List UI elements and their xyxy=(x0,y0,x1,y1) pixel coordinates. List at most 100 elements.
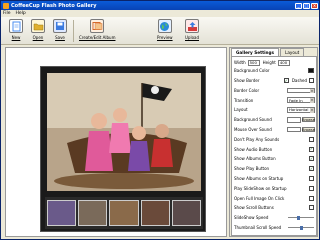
setting-label: Show Play Button xyxy=(234,166,270,172)
settings-panel: Gallery Settings Layout Width 500 Height… xyxy=(229,47,318,237)
sound-file-field[interactable] xyxy=(287,117,301,123)
size-row: Width 500 Height 400 xyxy=(232,59,317,67)
chevron-down-icon[interactable]: ▾ xyxy=(310,88,314,94)
color-swatch[interactable] xyxy=(308,68,314,74)
open-button[interactable]: Open xyxy=(31,19,45,40)
setting-label: Thumbnail Scroll Speed xyxy=(234,225,282,231)
setting-row: Show Albums Button ✓ xyxy=(232,155,317,163)
thumbnail[interactable] xyxy=(171,200,202,226)
upload-icon xyxy=(185,19,199,33)
setting-row: Thumbnail Scroll Speed xyxy=(232,224,317,232)
sound-file-field[interactable] xyxy=(287,126,301,133)
height-label: Height xyxy=(262,60,276,66)
setting-row: Show Audio Button ✓ xyxy=(232,145,317,153)
setting-label: Play SlideShow on Startup xyxy=(234,185,287,191)
setting-row: Show Play Button ✓ xyxy=(232,165,317,173)
setting-row: Mouse Over Sound Browse xyxy=(232,126,317,134)
chevron-down-icon[interactable]: ▾ xyxy=(310,98,314,103)
browse-button[interactable]: Browse xyxy=(302,127,315,133)
upload-label: Upload xyxy=(185,35,200,40)
setting-select[interactable]: ▾ xyxy=(287,87,315,94)
maximize-button[interactable]: □ xyxy=(303,2,310,9)
thumbnail-strip xyxy=(45,197,203,229)
slider-knob[interactable] xyxy=(297,215,301,220)
setting-row: Play SlideShow on Startup xyxy=(232,185,317,193)
upload-button[interactable]: Upload xyxy=(185,19,199,40)
setting-row: Show Scroll Buttons xyxy=(232,204,317,212)
setting-checkbox[interactable]: ✓ xyxy=(283,78,289,84)
setting-row: Show Border ✓ Dashed xyxy=(232,77,317,85)
width-field[interactable]: 500 xyxy=(247,60,260,66)
setting-row: Transition Fade In ▾ xyxy=(232,96,317,104)
setting-checkbox[interactable] xyxy=(309,195,314,201)
setting-label: Show Albums Button xyxy=(234,156,276,162)
speed-slider[interactable] xyxy=(288,215,314,220)
setting-row: Don't Play Any Sounds xyxy=(232,136,317,144)
setting-checkbox[interactable] xyxy=(309,185,314,191)
dashed-label: Dashed xyxy=(291,78,307,84)
window-title: CoffeeCup Flash Photo Gallery xyxy=(11,2,97,9)
setting-row: Open Full Image On Click xyxy=(232,194,317,202)
new-document-icon xyxy=(9,19,23,33)
slider-track xyxy=(288,217,314,219)
setting-label: Show Border xyxy=(234,78,260,84)
gallery-preview-area xyxy=(5,47,227,237)
settings-list: Width 500 Height 400 Background Color Sho… xyxy=(231,56,317,236)
setting-checkbox[interactable] xyxy=(309,176,314,182)
main-photo xyxy=(47,73,201,191)
toolbar: New Open Save Create/Edit Album Preview xyxy=(1,17,319,45)
menu-file[interactable]: File xyxy=(3,11,11,16)
close-button[interactable]: × xyxy=(311,2,318,9)
setting-select[interactable]: Fade In ▾ xyxy=(287,97,315,103)
globe-preview-icon xyxy=(157,19,172,33)
preview-label: Preview xyxy=(157,35,173,40)
height-field[interactable]: 400 xyxy=(277,60,290,66)
setting-row: SlideShow Speed xyxy=(232,214,317,222)
setting-label: Show Albums on Startup xyxy=(234,176,284,182)
dashed-checkbox[interactable] xyxy=(309,78,314,84)
setting-checkbox[interactable] xyxy=(309,136,314,142)
setting-label: Background Color xyxy=(234,68,270,74)
setting-select-value: Fade In xyxy=(289,97,303,103)
title-bar: CoffeeCup Flash Photo Gallery _ □ × xyxy=(1,1,319,10)
setting-checkbox[interactable] xyxy=(309,205,314,211)
settings-tabs: Gallery Settings Layout xyxy=(231,48,305,56)
minimize-button[interactable]: _ xyxy=(295,2,302,9)
browse-button[interactable]: Browse xyxy=(302,117,315,123)
setting-label: Border Color xyxy=(234,87,260,93)
thumbnail[interactable] xyxy=(109,200,139,226)
setting-row: Background Color xyxy=(232,67,317,75)
setting-label: Open Full Image On Click xyxy=(234,195,285,201)
setting-label: Layout xyxy=(234,107,248,113)
tab-gallery-settings[interactable]: Gallery Settings xyxy=(231,48,279,56)
setting-label: Transition xyxy=(234,97,254,103)
setting-label: Don't Play Any Sounds xyxy=(234,136,280,142)
setting-label: Background Sound xyxy=(234,117,272,123)
width-label: Width xyxy=(234,60,246,66)
new-button[interactable]: New xyxy=(9,19,23,40)
chevron-down-icon[interactable]: ▾ xyxy=(310,108,314,113)
menu-help[interactable]: Help xyxy=(16,11,26,16)
thumbnail[interactable] xyxy=(47,200,77,226)
save-button[interactable]: Save xyxy=(53,19,67,40)
setting-checkbox[interactable]: ✓ xyxy=(309,146,314,152)
app-icon xyxy=(3,2,9,9)
thumbnail[interactable] xyxy=(78,200,108,226)
setting-label: Show Scroll Buttons xyxy=(234,205,274,211)
setting-label: SlideShow Speed xyxy=(234,215,269,221)
setting-select[interactable]: Horizontal ▾ xyxy=(287,107,315,113)
preview-button[interactable]: Preview xyxy=(157,19,173,40)
setting-row: Show Albums on Startup xyxy=(232,175,317,183)
gallery-stage xyxy=(40,66,206,232)
new-label: New xyxy=(11,35,21,40)
toolbar-separator xyxy=(73,20,74,42)
tab-layout[interactable]: Layout xyxy=(280,48,305,56)
speed-slider[interactable] xyxy=(288,225,314,230)
app-window: CoffeeCup Flash Photo Gallery _ □ × File… xyxy=(0,0,320,240)
create-edit-album-button[interactable]: Create/Edit Album xyxy=(79,19,115,40)
save-label: Save xyxy=(55,35,65,40)
thumbnail[interactable] xyxy=(140,200,170,226)
slider-knob[interactable] xyxy=(299,225,303,230)
setting-checkbox[interactable]: ✓ xyxy=(309,156,314,162)
setting-checkbox[interactable]: ✓ xyxy=(309,166,314,172)
